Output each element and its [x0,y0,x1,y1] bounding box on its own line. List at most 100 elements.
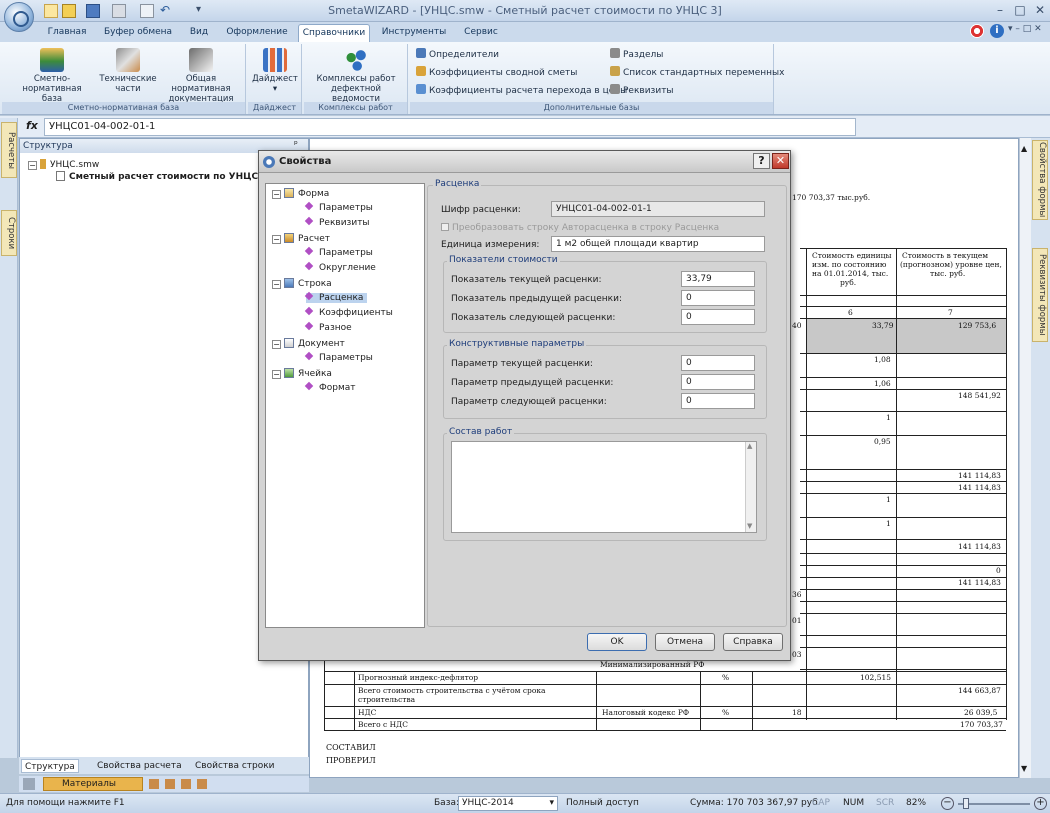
param-prev-label: Параметр предыдущей расценки: [451,378,614,388]
scroll-up-icon[interactable]: ▲ [1021,144,1027,153]
digest-button[interactable]: Дайджест ▾ [250,48,300,94]
diamond-icon [304,321,314,331]
tree-child[interactable]: Сметный расчет стоимости по УНЦС 3 [56,171,268,182]
document-icon [284,338,294,348]
status-sum: Сумма: 170 703 367,97 руб. [690,798,821,808]
summary-coeffs-button[interactable]: Коэффициенты сводной сметы [416,66,577,80]
tree-node-row[interactable]: − Строка [272,278,332,289]
transition-coeffs-button[interactable]: Коэффициенты расчета перехода в цены [416,84,627,98]
app-menu-button[interactable] [4,2,34,32]
tab-tools[interactable]: Инструменты [376,24,452,42]
normative-docs-button[interactable]: Общая нормативная документация [156,48,246,104]
customize-icon[interactable]: ▾ [196,4,210,18]
collapse-icon[interactable]: − [28,161,37,170]
cost-prev-field[interactable]: 0 [681,290,755,306]
toolbar-icons[interactable] [149,779,211,789]
print-icon[interactable] [112,4,126,18]
zoom-slider-thumb[interactable] [963,798,969,809]
base-select[interactable]: УНЦС-2014 ▾ [458,796,558,811]
gear-icon[interactable] [23,778,35,790]
tree-node-cell-format[interactable]: Формат [304,381,356,393]
maximize-button[interactable]: □ [1013,3,1027,17]
side-tab-form-props[interactable]: Свойства формы [1032,140,1048,220]
minimize-button[interactable]: – [993,3,1007,17]
tab-references[interactable]: Справочники [298,24,370,42]
zoom-out-icon[interactable]: − [941,797,954,810]
cancel-button[interactable]: Отмена [655,633,715,651]
pencil-icon [416,66,426,76]
scroll-up-icon[interactable]: ▲ [747,442,752,450]
lifebuoy-icon[interactable] [970,24,984,38]
tab-calc-props[interactable]: Свойства расчета [97,759,182,773]
ok-button[interactable]: OK [587,633,647,651]
tab-design[interactable]: Оформление [222,24,292,42]
zoom-in-icon[interactable]: + [1034,797,1047,810]
determinants-button[interactable]: Определители [416,48,499,62]
preview-icon[interactable] [140,4,154,18]
tree-node-row-coeffs[interactable]: Коэффициенты [304,306,393,318]
digest-icon [263,48,287,72]
status-num: NUM [843,798,865,808]
textarea-scrollbar[interactable]: ▲ ▼ [745,442,756,532]
convert-checkbox[interactable]: Преобразовать строку Авторасценка в стро… [441,223,719,233]
tree-node-form-params[interactable]: Параметры [304,201,373,213]
param-current-field[interactable]: 0 [681,355,755,371]
dialog-close-button[interactable]: ✕ [772,153,789,169]
tree-node-document[interactable]: − Документ [272,338,345,349]
tree-node-calc-rounding[interactable]: Округление [304,261,376,273]
cipher-field[interactable]: УНЦС01-04-002-01-1 [551,201,765,217]
tab-row-props[interactable]: Свойства строки [195,759,275,773]
file-icon [40,159,46,169]
tree-node-form[interactable]: − Форма [272,188,329,199]
tree-root[interactable]: − УНЦС.smw [28,159,99,170]
form-icon [284,188,294,198]
dialog-help-button[interactable]: ? [753,153,770,169]
tree-node-form-requisites[interactable]: Реквизиты [304,216,370,228]
tab-home[interactable]: Главная [40,24,94,42]
std-variables-button[interactable]: Список стандартных переменных [610,66,784,80]
save-icon[interactable] [86,4,100,18]
tab-service[interactable]: Сервис [458,24,504,42]
document-scrollbar[interactable]: ▲ ▼ [1019,138,1031,778]
info-icon[interactable]: i [990,24,1004,38]
tree-node-doc-params[interactable]: Параметры [304,351,373,363]
materials-tab[interactable]: Материалы [43,777,143,791]
pin-icon[interactable]: ᵖ [294,140,298,150]
normative-base-button[interactable]: Сметно-нормативная база [6,48,98,104]
checkbox-icon [441,223,449,231]
tree-node-row-rate[interactable]: Расценка [304,291,368,303]
param-next-field[interactable]: 0 [681,393,755,409]
tree-node-calc-params[interactable]: Параметры [304,246,373,258]
tab-clipboard[interactable]: Буфер обмена [100,24,176,42]
side-tab-rows[interactable]: Строки [1,210,17,256]
sections-button[interactable]: Разделы [610,48,663,62]
tree-node-calc[interactable]: − Расчет [272,233,330,244]
works-textarea[interactable]: ▲ ▼ [451,441,757,533]
param-prev-field[interactable]: 0 [681,374,755,390]
formula-input[interactable]: УНЦС01-04-002-01-1 [44,118,856,136]
group-work-complexes: Комплексы работ дефектной ведомости Комп… [304,44,408,114]
unit-field[interactable]: 1 м2 общей площади квартир [551,236,765,252]
cost-current-field[interactable]: 33,79 [681,271,755,287]
requisites-button[interactable]: Реквизиты [610,84,674,98]
side-tab-calculations[interactable]: Расчеты [1,122,17,178]
scroll-down-icon[interactable]: ▼ [1021,764,1027,773]
cost-next-field[interactable]: 0 [681,309,755,325]
tree-node-row-misc[interactable]: Разное [304,321,352,333]
window-controls-mini[interactable]: ▾ – □ ✕ [1008,24,1042,34]
param-current-label: Параметр текущей расценки: [451,359,593,369]
close-window-button[interactable]: ✕ [1033,3,1047,17]
scroll-down-icon[interactable]: ▼ [747,522,752,530]
tech-book-icon [116,48,140,72]
tab-view[interactable]: Вид [182,24,216,42]
technical-parts-button[interactable]: Технические части [98,48,158,94]
help-button[interactable]: Справка [723,633,783,651]
undo-icon[interactable]: ↶ [160,4,174,18]
work-complexes-button[interactable]: Комплексы работ дефектной ведомости [306,48,406,104]
open-folder-icon[interactable] [62,4,76,18]
tree-node-cell[interactable]: − Ячейка [272,368,332,379]
new-file-icon[interactable] [44,4,58,18]
tab-structure[interactable]: Структура [21,759,79,773]
side-tab-form-requisites[interactable]: Реквизиты формы [1032,248,1048,342]
dialog-title: Свойства [259,151,790,173]
